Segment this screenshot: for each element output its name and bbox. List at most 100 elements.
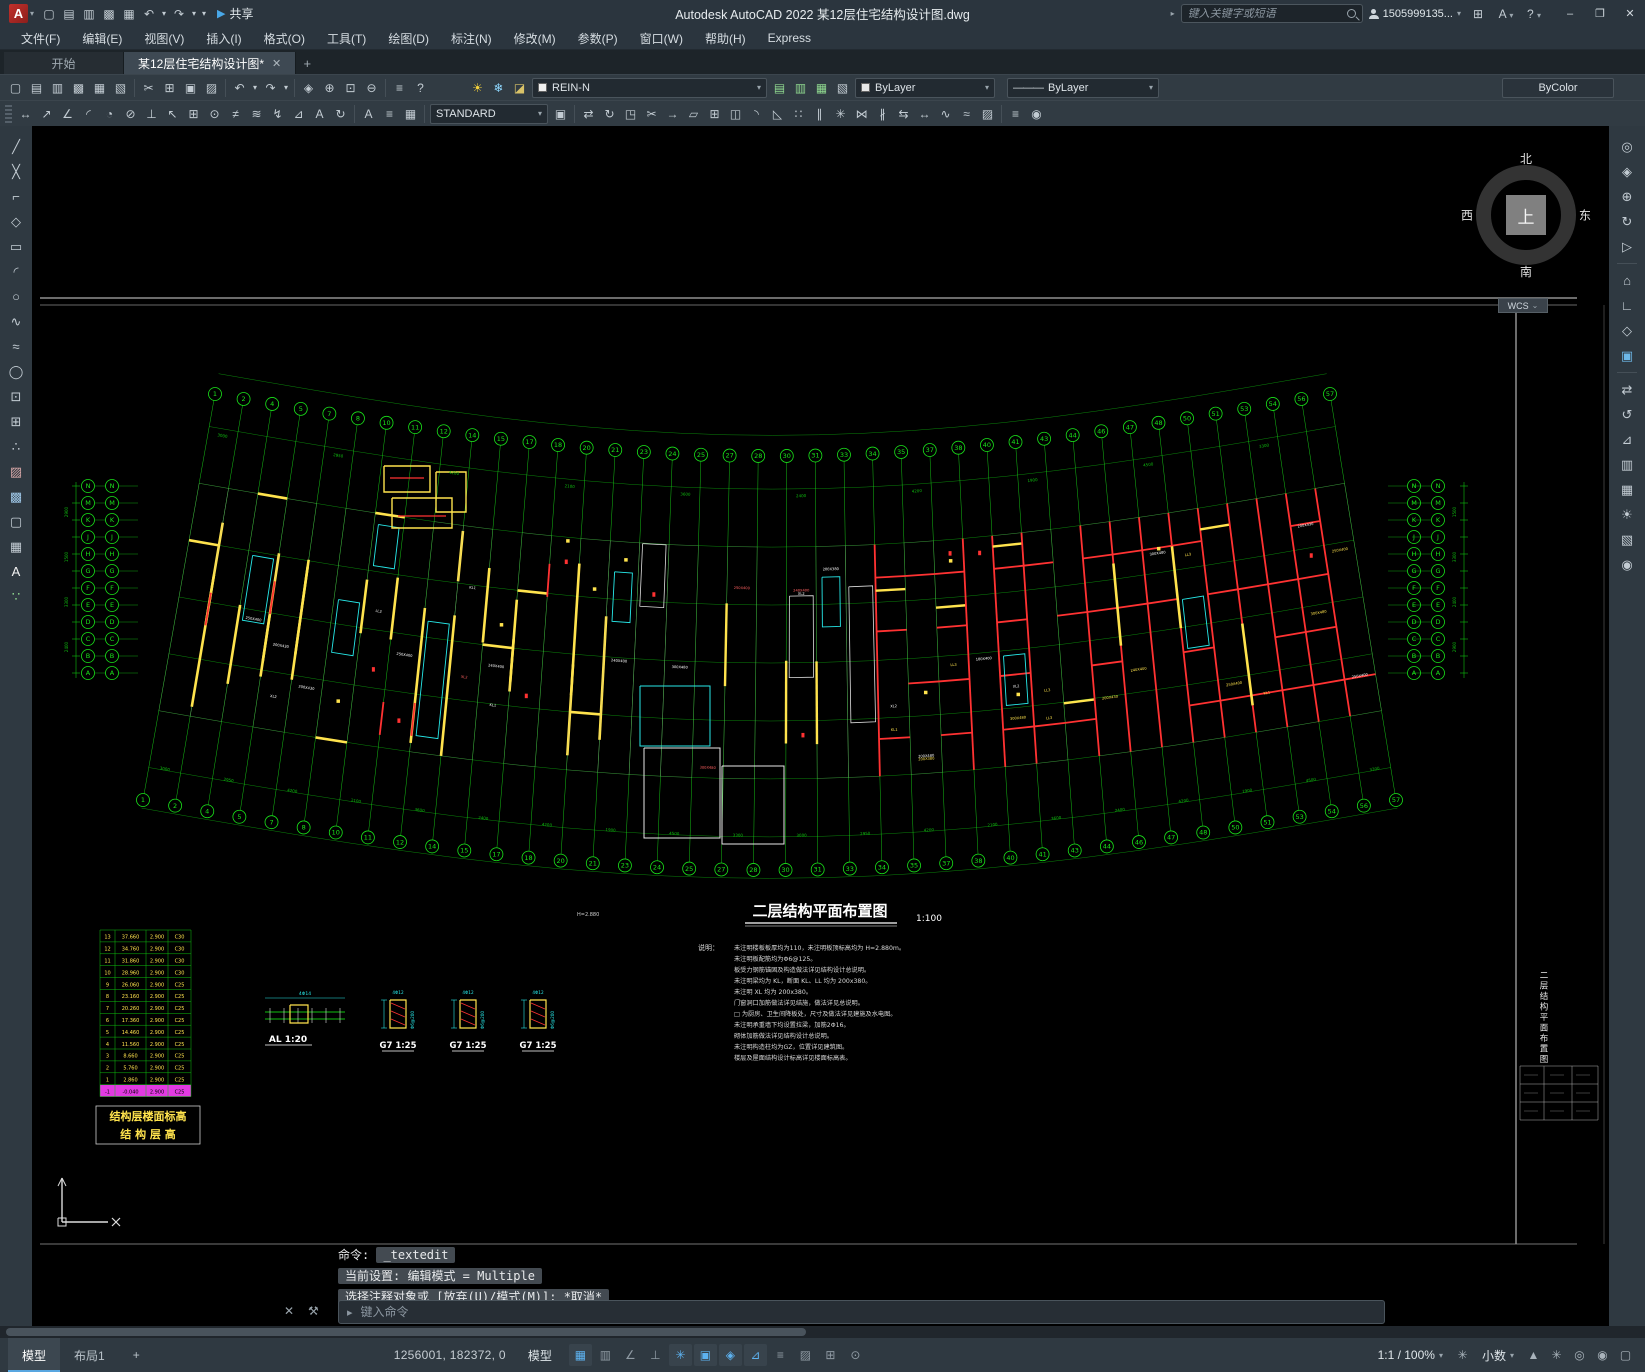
search-icon[interactable] (1346, 9, 1356, 18)
compass-north-label[interactable]: 北 (1520, 150, 1532, 167)
menu-tools[interactable]: 工具(T) (316, 27, 377, 49)
workspace-switching-icon[interactable]: ✳ (1545, 1344, 1568, 1366)
menu-file[interactable]: 文件(F) (10, 27, 71, 49)
menu-view[interactable]: 视图(V) (133, 27, 195, 49)
leader-icon[interactable]: ↖ (162, 103, 183, 124)
mtext-icon[interactable]: A (3, 560, 29, 583)
redo-dropdown[interactable]: ▾ (281, 77, 291, 98)
dim-update-icon[interactable]: ↻ (330, 103, 351, 124)
qat-save-icon[interactable]: ▥ (79, 4, 99, 24)
render-icon[interactable]: ◉ (1614, 553, 1640, 576)
explode-icon[interactable]: ✳ (830, 103, 851, 124)
paste-icon[interactable]: ▣ (180, 77, 201, 98)
polyline-icon[interactable]: ⌐ (3, 185, 29, 208)
dim-break-icon[interactable]: ≠ (225, 103, 246, 124)
search-input[interactable] (1187, 7, 1347, 20)
isolate-objects-icon[interactable]: ◎ (1568, 1344, 1591, 1366)
move-gizmo-icon[interactable]: ⇄ (1614, 378, 1640, 401)
qat-customize-dropdown[interactable]: ▾ (199, 4, 209, 24)
file-tab-doc1[interactable]: 某12层住宅结构设计图* ✕ (124, 52, 297, 74)
circle-icon[interactable]: ○ (3, 285, 29, 308)
dim-edit-icon[interactable]: ⊿ (288, 103, 309, 124)
mirror-icon[interactable]: ◫ (725, 103, 746, 124)
osnap-icon[interactable]: ▣ (693, 1344, 717, 1366)
orbit-icon[interactable]: ↻ (1614, 210, 1640, 233)
camera-icon[interactable]: ▦ (1614, 478, 1640, 501)
match-properties-icon[interactable]: ▨ (201, 77, 222, 98)
line-icon[interactable]: ╱ (3, 135, 29, 158)
zoom-previous-icon[interactable]: ⊖ (361, 77, 382, 98)
join-icon[interactable]: ⋈ (851, 103, 872, 124)
menu-modify[interactable]: 修改(M) (503, 27, 567, 49)
redo-icon[interactable]: ↷ (260, 77, 281, 98)
plot-icon[interactable]: ▦ (89, 77, 110, 98)
search-box[interactable] (1180, 4, 1363, 23)
undo-dropdown[interactable]: ▾ (250, 77, 260, 98)
array-icon[interactable]: ∷ (788, 103, 809, 124)
share-button[interactable]: ▶ 共享 (217, 5, 253, 22)
dim-angular-icon[interactable]: ∠ (57, 103, 78, 124)
compass-south-label[interactable]: 南 (1520, 263, 1532, 280)
menu-draw[interactable]: 绘图(D) (377, 27, 440, 49)
spline-icon[interactable]: ≈ (3, 335, 29, 358)
qat-redo-dropdown[interactable]: ▾ (189, 4, 199, 24)
model-space-toggle[interactable]: 模型 (520, 1345, 560, 1366)
rotate-icon[interactable]: ↻ (599, 103, 620, 124)
minimize-button[interactable]: – (1555, 0, 1585, 27)
spline-edit-icon[interactable]: ≈ (956, 103, 977, 124)
fillet-icon[interactable]: ◝ (746, 103, 767, 124)
construction-line-icon[interactable]: ╳ (3, 160, 29, 183)
layer-combo[interactable]: REIN-N ▾ (532, 77, 767, 98)
customization-gear-icon[interactable]: ✳ (1451, 1344, 1474, 1366)
app-menu-button[interactable]: A ▾ (4, 4, 39, 23)
search-chevron-icon[interactable]: ▸ (1171, 9, 1175, 18)
dim-space-icon[interactable]: ≋ (246, 103, 267, 124)
cart-icon[interactable]: ⊞ (1467, 7, 1489, 21)
bycolor-button[interactable]: ByColor (1502, 77, 1614, 98)
properties-panel-icon[interactable]: ≡ (1005, 103, 1026, 124)
command-customize-icon[interactable]: ⚒ (308, 1304, 319, 1318)
isometric-view-icon[interactable]: ◇ (1614, 319, 1640, 342)
named-views-icon[interactable]: ▣ (1614, 344, 1640, 367)
wcs-selector[interactable]: WCS ⌄ (1498, 298, 1548, 313)
selection-cycling-icon[interactable]: ⊞ (819, 1344, 842, 1366)
layer-lock-icon[interactable]: ◪ (509, 77, 530, 98)
sun-light-icon[interactable]: ☀ (1614, 503, 1640, 526)
compass-east-label[interactable]: 东 (1579, 207, 1591, 224)
drawing-canvas[interactable]: 1 1 2 2 4 4 5 5 7 7 8 8 10 10 11 11 12 12 14 14 15 15 17 17 18 18… (32, 126, 1609, 1326)
menu-window[interactable]: 窗口(W) (629, 27, 694, 49)
dim-aligned-icon[interactable]: ↗ (36, 103, 57, 124)
autodesk-app-button[interactable]: A ▾ (1495, 7, 1517, 21)
rotate-gizmo-icon[interactable]: ↺ (1614, 403, 1640, 426)
layer-properties-icon[interactable]: ▤ (769, 77, 790, 98)
layer-on-icon[interactable]: ☀ (467, 77, 488, 98)
command-close-icon[interactable]: ✕ (284, 1304, 294, 1318)
help-icon[interactable]: ? (410, 77, 431, 98)
mtext-tool-icon[interactable]: ≡ (379, 103, 400, 124)
hatch-edit-icon[interactable]: ▨ (977, 103, 998, 124)
section-plane-icon[interactable]: ▥ (1614, 453, 1640, 476)
help-button[interactable]: ? ▾ (1523, 7, 1545, 21)
qat-redo-icon[interactable]: ↷ (169, 4, 189, 24)
move-icon[interactable]: ⇄ (578, 103, 599, 124)
showmotion-icon[interactable]: ▷ (1614, 235, 1640, 258)
new-icon[interactable]: ▢ (5, 77, 26, 98)
annotation-scale-button[interactable]: 1:1 / 100% ▾ (1378, 1348, 1443, 1362)
gradient-icon[interactable]: ▩ (3, 485, 29, 508)
transparency-icon[interactable]: ▨ (794, 1344, 817, 1366)
center-mark-icon[interactable]: ⊙ (204, 103, 225, 124)
command-input[interactable] (360, 1305, 1376, 1319)
new-tab-button[interactable]: + (296, 52, 318, 74)
annotation-monitor-icon[interactable]: ⊙ (844, 1344, 867, 1366)
copy-obj-icon[interactable]: ⊞ (704, 103, 725, 124)
saveas-icon[interactable]: ▩ (68, 77, 89, 98)
clean-screen-icon[interactable]: ▢ (1614, 1344, 1637, 1366)
graphics-performance-icon[interactable]: ◉ (1591, 1344, 1614, 1366)
dim-jog-icon[interactable]: ↯ (267, 103, 288, 124)
dim-ordinate-icon[interactable]: ⊥ (141, 103, 162, 124)
view-compass[interactable]: 上 北 南 西 东 (1460, 149, 1592, 281)
save-icon[interactable]: ▥ (47, 77, 68, 98)
zoom-window-icon[interactable]: ⊡ (340, 77, 361, 98)
viewcube-home-icon[interactable]: ⌂ (1614, 269, 1640, 292)
menu-dimension[interactable]: 标注(N) (440, 27, 503, 49)
